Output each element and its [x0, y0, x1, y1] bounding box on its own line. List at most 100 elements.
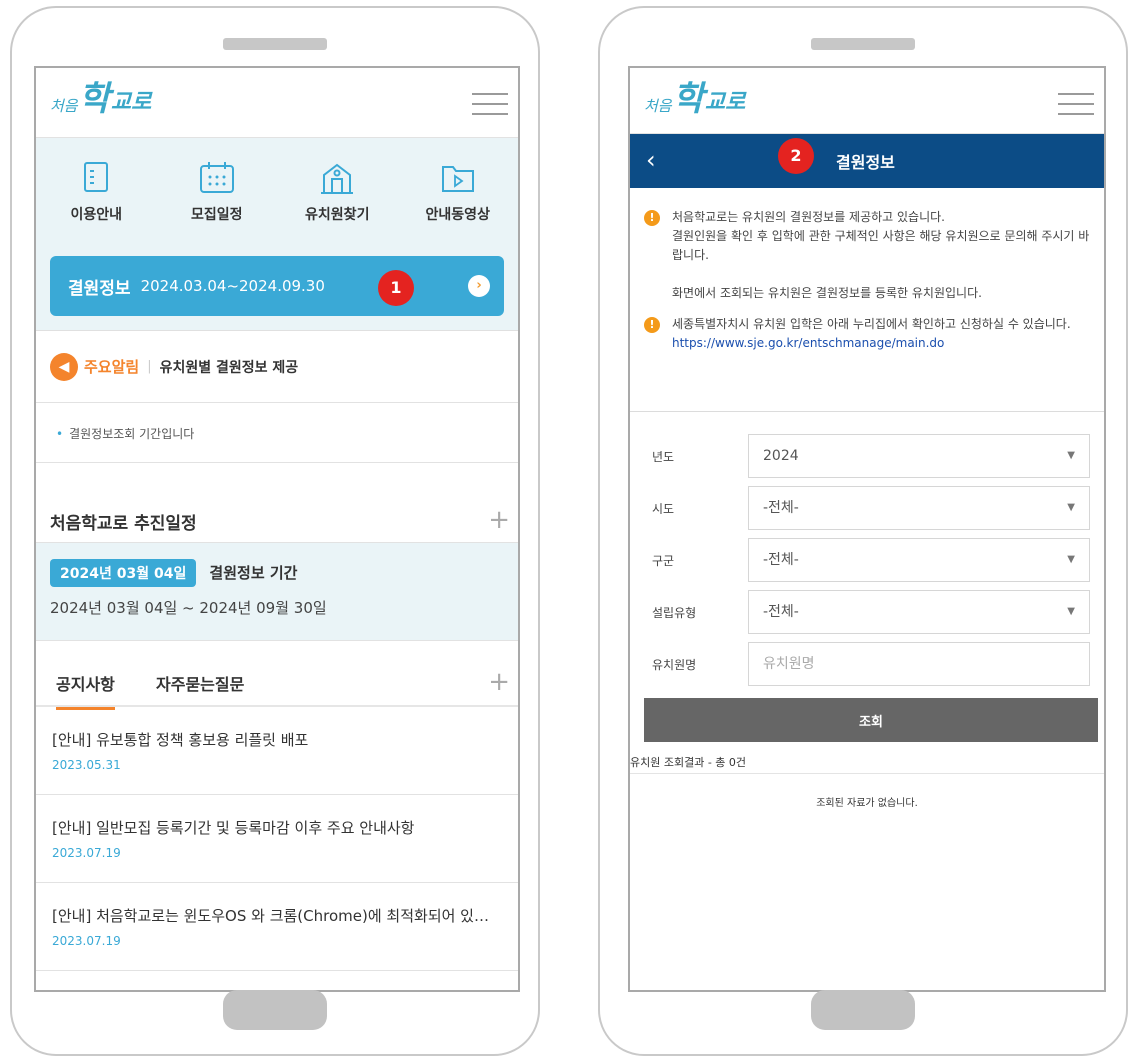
schedule-range: 2024년 03월 04일 ~ 2024년 09월 30일: [50, 599, 327, 617]
info-line: 세종특별자치시 유치원 입학은 아래 누리집에서 확인하고 신청하실 수 있습니…: [672, 317, 1071, 331]
quick-menu-guide[interactable]: 이용안내: [36, 160, 157, 246]
schedule-body: 2024년 03월 04일 결원정보 기간 2024년 03월 04일 ~ 20…: [36, 543, 518, 641]
form-row-gugun: 구군 -전체- ▼: [644, 534, 1090, 586]
schedule-date-pill: 2024년 03월 04일: [50, 559, 197, 587]
screen-right: 처음 학 교로 ‹ 결원정보 ! 처음학교로는 유치원의 결원정보를 제공하고 …: [628, 66, 1106, 992]
home-button: [811, 990, 915, 1030]
logo[interactable]: 처음 학 교로: [50, 82, 151, 116]
list-item[interactable]: [안내] 일반모집 등록기간 및 등록마감 이후 주요 안내사항 2023.07…: [36, 795, 518, 883]
info-line: 화면에서 조회되는 유치원은 결원정보를 등록한 유치원입니다.: [672, 286, 982, 300]
logo-part3: 교로: [110, 89, 152, 115]
tab-notices[interactable]: 공지사항: [56, 671, 115, 710]
step-badge-1: 1: [378, 270, 414, 306]
warning-icon: !: [644, 210, 660, 226]
notice-text[interactable]: 유치원별 결원정보 제공: [160, 357, 299, 377]
gugun-label: 구군: [652, 553, 675, 568]
year-label: 년도: [652, 449, 675, 464]
sido-select[interactable]: -전체- ▼: [748, 486, 1090, 530]
list-item[interactable]: [안내] 유보통합 정책 홍보용 리플릿 배포 2023.05.31: [36, 707, 518, 795]
form-row-name: 유치원명: [644, 638, 1090, 690]
megaphone-icon: ◀: [50, 352, 78, 381]
quick-menu-schedule[interactable]: 모집일정: [157, 160, 278, 246]
news-date: 2023.05.31: [52, 758, 121, 772]
hamburger-menu-icon[interactable]: [472, 93, 508, 115]
notice-tag: 주요알림: [84, 358, 140, 376]
info-box: ! 처음학교로는 유치원의 결원정보를 제공하고 있습니다. 결원인원을 확인 …: [630, 188, 1104, 412]
banner-date: 2024.03.04~2024.09.30: [140, 277, 325, 295]
name-label: 유치원명: [652, 657, 697, 672]
result-count: 유치원 조회결과 - 총 0건: [630, 752, 1104, 774]
form-row-sido: 시도 -전체- ▼: [644, 482, 1090, 534]
notice-tabs: 공지사항 자주묻는질문 +: [36, 641, 518, 710]
form-row-type: 설립유형 -전체- ▼: [644, 586, 1090, 638]
news-title: [안내] 일반모집 등록기간 및 등록마감 이후 주요 안내사항: [52, 819, 415, 837]
news-date: 2023.07.19: [52, 846, 121, 860]
search-form: 년도 2024 ▼ 시도 -전체- ▼ 구군 -전체- ▼ 설립유형 -전체- …: [630, 412, 1104, 742]
calendar-icon: [157, 160, 278, 196]
logo-part1: 처음: [644, 97, 672, 115]
divider: |: [147, 359, 152, 374]
warning-icon: !: [644, 317, 660, 333]
sub-header: ‹ 결원정보: [630, 134, 1104, 188]
caret-down-icon: ▼: [1067, 606, 1075, 617]
schedule-header: 처음학교로 추진일정 +: [36, 463, 518, 543]
year-value: 2024: [763, 448, 799, 464]
hamburger-menu-icon[interactable]: [1058, 93, 1094, 115]
logo-part2: 학: [78, 79, 110, 119]
logo-part1: 처음: [50, 97, 78, 115]
video-folder-icon: [398, 160, 519, 196]
home-button: [223, 990, 327, 1030]
notice-line[interactable]: • 결원정보조회 기간입니다: [36, 403, 518, 463]
info-line: 결원인원을 확인 후 입학에 관한 구체적인 사항은 해당 유치원으로 문의해 …: [672, 229, 1090, 262]
logo[interactable]: 처음 학 교로: [644, 82, 745, 116]
gugun-select[interactable]: -전체- ▼: [748, 538, 1090, 582]
schedule-name: 결원정보 기간: [209, 564, 298, 582]
quick-menu: 이용안내 모집일정 유치원찾기 안내동영상: [36, 138, 518, 246]
quick-menu-video[interactable]: 안내동영상: [398, 160, 519, 246]
phone-frame-right: 처음 학 교로 ‹ 결원정보 ! 처음학교로는 유치원의 결원정보를 제공하고 …: [598, 6, 1128, 1056]
list-item[interactable]: [안내] 처음학교로는 윈도우OS 와 크롬(Chrome)에 최적화되어 있습…: [36, 883, 518, 971]
type-label: 설립유형: [652, 605, 697, 620]
sido-label: 시도: [652, 501, 675, 516]
info-line: 처음학교로는 유치원의 결원정보를 제공하고 있습니다.: [672, 210, 945, 224]
plus-icon[interactable]: +: [488, 669, 510, 695]
logo-part2: 학: [672, 79, 704, 119]
news-title: [안내] 유보통합 정책 홍보용 리플릿 배포: [52, 731, 309, 749]
building-icon: [277, 160, 398, 196]
document-icon: [36, 160, 157, 196]
year-select[interactable]: 2024 ▼: [748, 434, 1090, 478]
search-button[interactable]: 조회: [644, 698, 1098, 742]
caret-down-icon: ▼: [1067, 554, 1075, 565]
gugun-value: -전체-: [763, 552, 799, 568]
form-row-year: 년도 2024 ▼: [644, 430, 1090, 482]
logo-part3: 교로: [704, 89, 746, 115]
quick-menu-label: 안내동영상: [425, 207, 490, 223]
news-date: 2023.07.19: [52, 934, 121, 948]
notice-bar: ◀ 주요알림 | 유치원별 결원정보 제공: [36, 331, 518, 403]
app-header: 처음 학 교로: [630, 68, 1104, 134]
schedule-title: 처음학교로 추진일정: [50, 514, 197, 534]
notice-line-text: 결원정보조회 기간입니다: [69, 427, 195, 441]
back-arrow-icon[interactable]: ‹: [646, 146, 656, 174]
screen-left: 처음 학 교로 이용안내 모집일정 유치원찾기 안내동영상 결원정보 2024.…: [34, 66, 520, 992]
phone-frame-left: 처음 학 교로 이용안내 모집일정 유치원찾기 안내동영상 결원정보 2024.…: [10, 6, 540, 1056]
quick-menu-find[interactable]: 유치원찾기: [277, 160, 398, 246]
caret-down-icon: ▼: [1067, 502, 1075, 513]
info-link[interactable]: https://www.sje.go.kr/entschmanage/main.…: [672, 334, 1090, 353]
tab-faq[interactable]: 자주묻는질문: [156, 671, 244, 707]
app-header: 처음 학 교로: [36, 68, 518, 138]
type-select[interactable]: -전체- ▼: [748, 590, 1090, 634]
quick-menu-label: 모집일정: [190, 207, 243, 223]
speaker-slot: [223, 38, 327, 50]
bullet-icon: •: [56, 427, 64, 441]
speaker-slot: [811, 38, 915, 50]
page-title: 결원정보: [836, 153, 895, 172]
sido-value: -전체-: [763, 500, 799, 516]
kindergarten-name-input[interactable]: [748, 642, 1090, 686]
arrow-right-icon[interactable]: ›: [468, 275, 490, 297]
caret-down-icon: ▼: [1067, 450, 1075, 461]
vacancy-banner[interactable]: 결원정보 2024.03.04~2024.09.30 ›: [50, 256, 504, 316]
plus-icon[interactable]: +: [488, 507, 510, 533]
banner-area: 결원정보 2024.03.04~2024.09.30 ›: [36, 246, 518, 331]
quick-menu-label: 유치원찾기: [305, 207, 370, 223]
